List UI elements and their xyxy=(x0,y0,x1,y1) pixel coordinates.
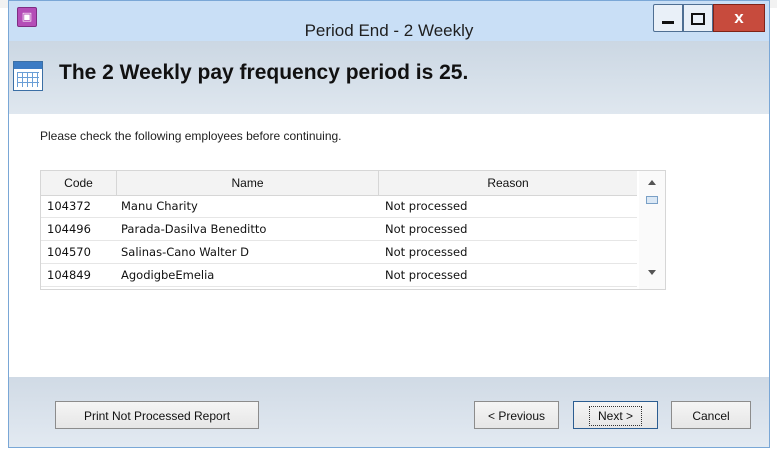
title-bar[interactable]: ▣ Period End - 2 Weekly x xyxy=(9,1,769,41)
vertical-scrollbar[interactable] xyxy=(639,171,665,289)
next-button-label: Next > xyxy=(588,406,642,426)
cell-code: 104570 xyxy=(47,245,91,259)
column-header-reason[interactable]: Reason xyxy=(379,171,637,195)
cancel-button[interactable]: Cancel xyxy=(671,401,751,429)
grid-rows: 104372 Manu Charity Not processed 104496… xyxy=(41,195,637,287)
cell-code: 104496 xyxy=(47,222,91,236)
cell-reason: Not processed xyxy=(385,222,468,236)
calendar-icon xyxy=(13,61,43,91)
page-title: The 2 Weekly pay frequency period is 25. xyxy=(59,61,469,84)
minimize-icon xyxy=(662,21,674,24)
cell-name: Manu Charity xyxy=(121,199,198,213)
next-button[interactable]: Next > xyxy=(573,401,658,429)
grid-header: Code Name Reason xyxy=(41,171,637,196)
instruction-text: Please check the following employees bef… xyxy=(40,129,342,143)
close-icon: x xyxy=(734,8,744,27)
print-not-processed-report-button[interactable]: Print Not Processed Report xyxy=(55,401,259,429)
maximize-icon xyxy=(691,13,705,25)
table-row[interactable]: 104496 Parada-Dasilva Beneditto Not proc… xyxy=(41,218,637,241)
cell-reason: Not processed xyxy=(385,268,468,282)
previous-button[interactable]: < Previous xyxy=(474,401,559,429)
cell-code: 104372 xyxy=(47,199,91,213)
table-row[interactable]: 104570 Salinas-Cano Walter D Not process… xyxy=(41,241,637,264)
cell-name: Parada-Dasilva Beneditto xyxy=(121,222,267,236)
column-header-code[interactable]: Code xyxy=(41,171,117,195)
scroll-down-arrow-icon[interactable] xyxy=(648,270,656,275)
minimize-button[interactable] xyxy=(653,4,683,32)
cell-name: AgodigbeEmelia xyxy=(121,268,215,282)
scroll-up-arrow-icon[interactable] xyxy=(648,180,656,185)
scroll-thumb[interactable] xyxy=(646,196,658,204)
close-button[interactable]: x xyxy=(713,4,765,32)
employees-grid[interactable]: Code Name Reason 104372 Manu Charity Not… xyxy=(40,170,666,290)
column-header-name[interactable]: Name xyxy=(117,171,379,195)
cell-reason: Not processed xyxy=(385,245,468,259)
period-end-dialog: ▣ Period End - 2 Weekly x The 2 Weekly p… xyxy=(8,0,770,448)
cell-code: 104849 xyxy=(47,268,91,282)
table-row[interactable]: 104372 Manu Charity Not processed xyxy=(41,195,637,218)
table-row[interactable]: 104849 AgodigbeEmelia Not processed xyxy=(41,264,637,287)
maximize-button[interactable] xyxy=(683,4,713,32)
cell-name: Salinas-Cano Walter D xyxy=(121,245,249,259)
cell-reason: Not processed xyxy=(385,199,468,213)
